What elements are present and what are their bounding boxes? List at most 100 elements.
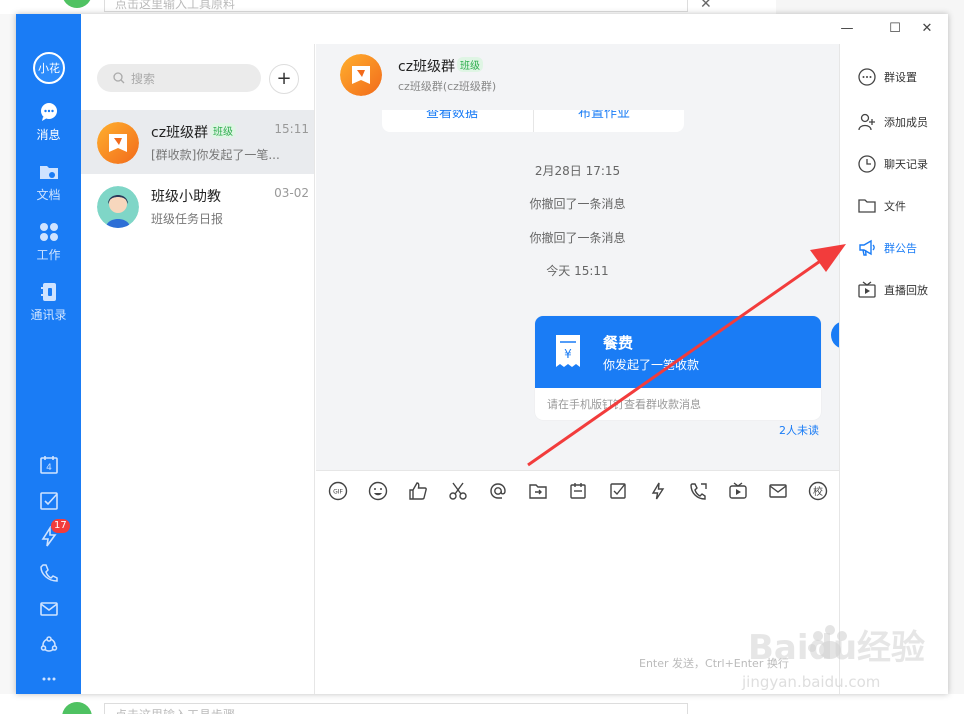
- minimize-button[interactable]: —: [838, 20, 856, 38]
- nav-item-docs[interactable]: 文档: [16, 162, 81, 212]
- chat-bubble-icon: [40, 103, 57, 121]
- main-nav-bar: 小花 消息 文档 工作 通讯录 4 17: [16, 14, 81, 694]
- payment-description: 你发起了一笔收款: [603, 358, 700, 372]
- system-message: 你撤回了一条消息: [529, 197, 626, 211]
- background-input-top[interactable]: 点击这里输入工具原料: [104, 0, 688, 12]
- live-replay-item[interactable]: 直播回放: [840, 275, 949, 305]
- files-item[interactable]: 文件: [840, 191, 949, 221]
- calendar-icon[interactable]: 4: [38, 454, 60, 476]
- forward-button[interactable]: [528, 481, 568, 501]
- conversation-item-assistant[interactable]: 班级小助教 03-02 班级任务日报: [81, 174, 314, 238]
- group-announcement-item[interactable]: 群公告: [840, 233, 949, 263]
- scissors-icon: [449, 482, 467, 500]
- screenshot-button[interactable]: [448, 481, 488, 501]
- call-button[interactable]: [688, 481, 728, 501]
- todo-icon: [610, 483, 626, 499]
- panel-label: 文件: [884, 200, 906, 213]
- chat-panel: 查看数据 布置作业 cz班级群 班级 cz班级群(cz班级群) 2月28日 17:…: [316, 44, 847, 694]
- dingtalk-window: 小花 消息 文档 工作 通讯录 4 17 搜索 + cz班级群 班级 15:11…: [16, 14, 948, 694]
- share-icon[interactable]: [38, 634, 60, 656]
- add-member-item[interactable]: 添加成员: [840, 107, 949, 137]
- assign-homework-link[interactable]: 布置作业: [578, 110, 630, 121]
- background-left-strip: [0, 14, 16, 714]
- search-placeholder: 搜索: [131, 71, 156, 86]
- conversation-time: 15:11: [274, 122, 309, 136]
- school-icon: 校: [808, 481, 828, 501]
- megaphone-icon: [859, 239, 875, 256]
- panel-label: 添加成员: [884, 116, 928, 129]
- conversation-preview: [群收款]你发起了一笔...: [151, 148, 280, 162]
- ding-icon: [651, 482, 665, 500]
- mail-icon[interactable]: [38, 598, 60, 620]
- gif-button[interactable]: GIF: [328, 481, 368, 501]
- like-button[interactable]: [408, 481, 448, 501]
- view-data-link[interactable]: 查看数据: [426, 110, 478, 121]
- live-icon: [729, 482, 747, 499]
- background-input-bottom[interactable]: 点击这里输入工具步骤: [104, 703, 688, 714]
- task-button[interactable]: [608, 481, 648, 501]
- ding-button[interactable]: [648, 481, 688, 501]
- phone-icon[interactable]: [38, 562, 60, 584]
- folder-icon: [39, 166, 58, 179]
- panel-label: 聊天记录: [884, 158, 928, 171]
- history-clock-icon: [858, 155, 876, 173]
- nav-item-messages[interactable]: 消息: [16, 102, 81, 152]
- add-button[interactable]: +: [269, 64, 299, 94]
- user-avatar[interactable]: 小花: [33, 52, 65, 84]
- conversation-item-cz-class[interactable]: cz班级群 班级 15:11 [群收款]你发起了一笔...: [81, 110, 314, 174]
- group-avatar[interactable]: [340, 54, 382, 96]
- chat-history-item[interactable]: 聊天记录: [840, 149, 949, 179]
- class-tag: 班级: [210, 123, 237, 138]
- nav-item-contacts[interactable]: 通讯录: [16, 282, 81, 332]
- forward-icon: [529, 484, 547, 499]
- schedule-button[interactable]: [568, 481, 608, 501]
- emoji-button[interactable]: [368, 481, 408, 501]
- unread-count[interactable]: 2人未读: [779, 422, 819, 438]
- group-side-panel: 群设置 添加成员 聊天记录 文件 群公告 直播回放: [839, 44, 948, 694]
- system-message: 你撤回了一条消息: [529, 231, 626, 245]
- conversation-name: cz班级群 班级: [151, 122, 237, 142]
- chat-subtitle: cz班级群(cz班级群): [398, 80, 497, 93]
- watermark-url: jingyan.baidu.com: [742, 673, 881, 691]
- more-circle-icon: [858, 68, 876, 86]
- svg-text:¥: ¥: [564, 347, 572, 361]
- system-time: 2月28日 17:15: [534, 164, 621, 178]
- group-avatar: [97, 122, 139, 164]
- assistant-avatar: [97, 186, 139, 228]
- conversation-time: 03-02: [274, 186, 309, 200]
- call-icon: [690, 483, 707, 500]
- chat-header: cz班级群 班级 cz班级群(cz班级群): [316, 44, 839, 110]
- close-button[interactable]: ✕: [918, 20, 936, 38]
- watermark-brand: Baidu经验: [748, 628, 926, 668]
- apps-grid-icon: [39, 223, 58, 241]
- notification-badge: 17: [51, 519, 70, 533]
- payment-card[interactable]: ¥ 餐费 你发起了一笔收款 请在手机版钉钉查看群收款消息: [535, 316, 821, 420]
- search-input[interactable]: 搜索: [97, 64, 261, 92]
- add-member-icon: [858, 113, 875, 131]
- nav-label: 文档: [36, 188, 61, 202]
- gif-icon: GIF: [328, 481, 348, 501]
- nav-label: 工作: [36, 248, 61, 262]
- payment-card-header: ¥ 餐费 你发起了一笔收款: [535, 316, 821, 388]
- gif-label: GIF: [333, 489, 343, 496]
- mention-button[interactable]: [488, 481, 528, 501]
- panel-label: 群公告: [884, 242, 917, 255]
- payment-footer: 请在手机版钉钉查看群收款消息: [547, 398, 701, 411]
- chat-title: cz班级群 班级: [398, 56, 484, 76]
- emoji-icon: [368, 481, 388, 501]
- panel-label: 直播回放: [884, 284, 928, 297]
- conversation-preview: 班级任务日报: [151, 212, 224, 226]
- more-icon[interactable]: [38, 668, 60, 690]
- folder-icon: [858, 199, 876, 213]
- group-settings-item[interactable]: 群设置: [840, 62, 949, 92]
- previous-message-card: 查看数据 布置作业: [382, 110, 684, 132]
- nav-item-work[interactable]: 工作: [16, 222, 81, 272]
- mail-button[interactable]: [768, 481, 808, 501]
- mail-icon: [769, 484, 787, 498]
- background-close-icon[interactable]: ✕: [700, 0, 712, 12]
- todo-check-icon[interactable]: [38, 490, 60, 512]
- maximize-button[interactable]: ☐: [886, 20, 904, 38]
- thumbs-up-icon: [409, 482, 427, 500]
- receipt-icon: ¥: [556, 335, 580, 367]
- live-button[interactable]: [728, 481, 768, 501]
